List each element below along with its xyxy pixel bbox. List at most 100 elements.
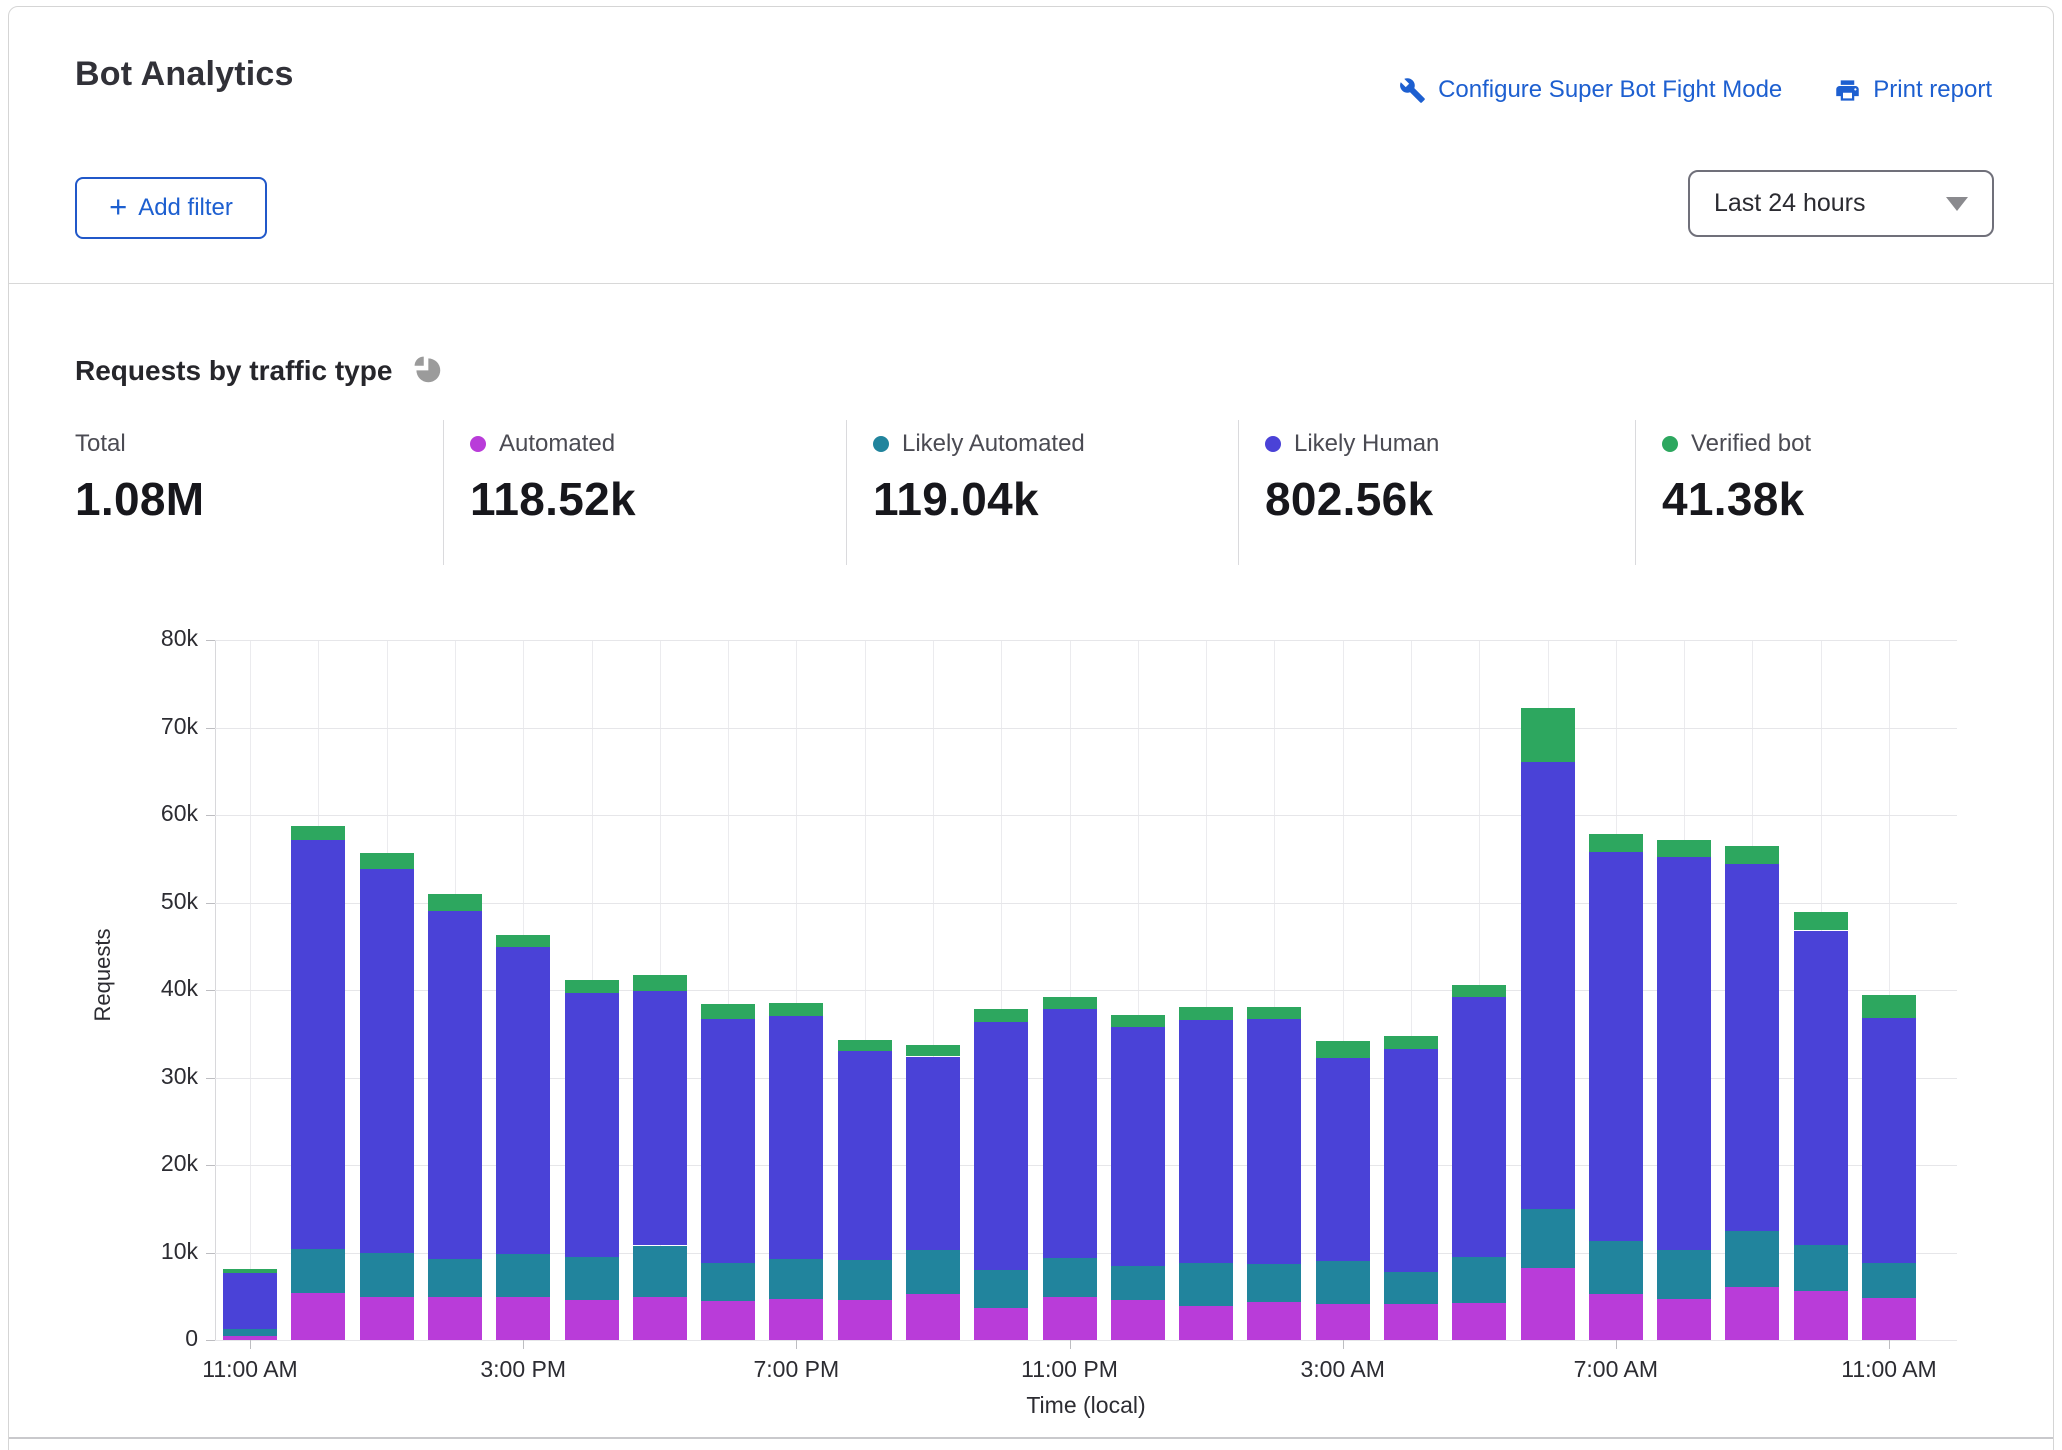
bar-12-11-00-pm[interactable]	[1043, 997, 1097, 1340]
bar-segment-likely-human	[496, 947, 550, 1254]
bar-22-9-00-am[interactable]	[1725, 846, 1779, 1340]
y-tick-label-60k: 60k	[78, 800, 198, 827]
bar-segment-likely-automated	[1657, 1250, 1711, 1299]
bar-segment-verified-bot	[1179, 1007, 1233, 1020]
x-tick-11-00-pm-3	[1070, 1340, 1071, 1349]
stat-label: Total	[75, 430, 126, 458]
bar-segment-likely-human	[1589, 852, 1643, 1241]
bar-17-4-00-am[interactable]	[1384, 1036, 1438, 1340]
time-range-select[interactable]: Last 24 hours	[1688, 170, 1994, 237]
bar-segment-automated	[1247, 1302, 1301, 1340]
bar-segment-likely-human	[291, 840, 345, 1249]
bar-18-5-00-am[interactable]	[1452, 985, 1506, 1340]
bar-segment-automated	[1384, 1304, 1438, 1340]
y-tick-70k	[206, 728, 215, 729]
bar-segment-automated	[1794, 1291, 1848, 1340]
bar-segment-likely-automated	[428, 1259, 482, 1298]
header-divider	[9, 283, 2053, 284]
bar-segment-likely-automated	[838, 1260, 892, 1299]
bar-11-10-00-pm[interactable]	[974, 1009, 1028, 1340]
legend-dot-automated	[470, 436, 486, 452]
bar-10-9-00-pm[interactable]	[906, 1045, 960, 1340]
stat-header: Verified bot	[1662, 430, 1811, 458]
bar-segment-likely-automated	[769, 1259, 823, 1299]
bar-21-8-00-am[interactable]	[1657, 840, 1711, 1341]
stat-divider-3	[1635, 420, 1636, 565]
caret-down-icon	[1946, 197, 1968, 211]
bar-segment-likely-human	[1316, 1058, 1370, 1261]
bar-segment-automated	[1725, 1287, 1779, 1340]
stat-item-verified-bot: Verified bot41.38k	[1662, 430, 1811, 526]
stat-divider-2	[1238, 420, 1239, 565]
bar-segment-likely-human	[360, 869, 414, 1253]
stat-label: Likely Human	[1294, 430, 1439, 458]
y-tick-label-80k: 80k	[78, 625, 198, 652]
bar-segment-likely-human	[1794, 931, 1848, 1245]
y-tick-20k	[206, 1165, 215, 1166]
bar-segment-verified-bot	[1043, 997, 1097, 1009]
y-tick-label-70k: 70k	[78, 713, 198, 740]
bar-15-2-00-am[interactable]	[1247, 1007, 1301, 1340]
stat-divider-0	[443, 420, 444, 565]
x-axis-title: Time (local)	[936, 1392, 1236, 1419]
bar-4-3-00-pm[interactable]	[496, 935, 550, 1340]
bar-segment-verified-bot	[360, 853, 414, 869]
bar-19-6-00-am[interactable]	[1521, 708, 1575, 1340]
add-filter-button[interactable]: + Add filter	[75, 177, 267, 239]
bar-segment-likely-human	[1725, 864, 1779, 1232]
stat-value: 1.08M	[75, 472, 204, 526]
stat-item-automated: Automated118.52k	[470, 430, 636, 526]
bar-segment-automated	[1179, 1306, 1233, 1340]
bar-6-5-00-pm[interactable]	[633, 975, 687, 1340]
bar-5-4-00-pm[interactable]	[565, 980, 619, 1341]
bar-13-12-00-am[interactable]	[1111, 1015, 1165, 1340]
section-title: Requests by traffic type	[75, 355, 392, 387]
bar-segment-automated	[565, 1300, 619, 1340]
bar-segment-verified-bot	[1794, 912, 1848, 930]
bar-segment-verified-bot	[1862, 995, 1916, 1018]
bar-14-1-00-am[interactable]	[1179, 1007, 1233, 1340]
bar-segment-automated	[428, 1297, 482, 1340]
stat-item-likely-human: Likely Human802.56k	[1265, 430, 1439, 526]
x-tick-3-00-am-4	[1343, 1340, 1344, 1349]
bar-segment-likely-human	[1452, 997, 1506, 1257]
section-divider	[9, 1437, 2053, 1439]
bar-8-7-00-pm[interactable]	[769, 1003, 823, 1340]
wrench-icon	[1399, 77, 1426, 104]
configure-super-bot-fight-mode-link[interactable]: Configure Super Bot Fight Mode	[1399, 76, 1782, 104]
bar-segment-automated	[1043, 1297, 1097, 1340]
bar-24-11-00-am[interactable]	[1862, 995, 1916, 1340]
bar-segment-likely-human	[565, 993, 619, 1257]
page-title: Bot Analytics	[75, 55, 294, 94]
bar-7-6-00-pm[interactable]	[701, 1004, 755, 1340]
x-tick-label-11-00-am-0: 11:00 AM	[155, 1356, 345, 1383]
stat-label: Automated	[499, 430, 615, 458]
bar-segment-likely-human	[1043, 1009, 1097, 1258]
stat-item-likely-automated: Likely Automated119.04k	[873, 430, 1085, 526]
bar-segment-likely-human	[1384, 1049, 1438, 1271]
y-tick-label-50k: 50k	[78, 888, 198, 915]
h-gridline-60k	[215, 815, 1957, 816]
x-tick-11-00-am-6	[1889, 1340, 1890, 1349]
y-tick-label-0: 0	[78, 1325, 198, 1352]
bar-segment-verified-bot	[838, 1040, 892, 1051]
bar-16-3-00-am[interactable]	[1316, 1041, 1370, 1340]
bar-20-7-00-am[interactable]	[1589, 834, 1643, 1340]
bar-segment-likely-automated	[701, 1263, 755, 1301]
bar-2-1-00-pm[interactable]	[360, 854, 414, 1341]
bar-segment-verified-bot	[428, 894, 482, 911]
stat-header: Likely Human	[1265, 430, 1439, 458]
bar-segment-automated	[906, 1294, 960, 1340]
bar-23-10-00-am[interactable]	[1794, 912, 1848, 1340]
bar-segment-likely-automated	[1043, 1258, 1097, 1297]
bar-0-11-00-am[interactable]	[223, 1269, 277, 1340]
bar-segment-likely-automated	[1179, 1263, 1233, 1306]
pie-chart-icon	[410, 352, 443, 390]
bar-segment-automated	[633, 1297, 687, 1340]
bar-9-8-00-pm[interactable]	[838, 1040, 892, 1340]
x-tick-label-11-00-am-6: 11:00 AM	[1794, 1356, 1984, 1383]
bar-1-12-00-pm[interactable]	[291, 826, 345, 1340]
print-report-link[interactable]: Print report	[1834, 76, 1992, 104]
stat-item-total: Total 1.08M	[75, 430, 204, 526]
bar-3-2-00-pm[interactable]	[428, 894, 482, 1340]
